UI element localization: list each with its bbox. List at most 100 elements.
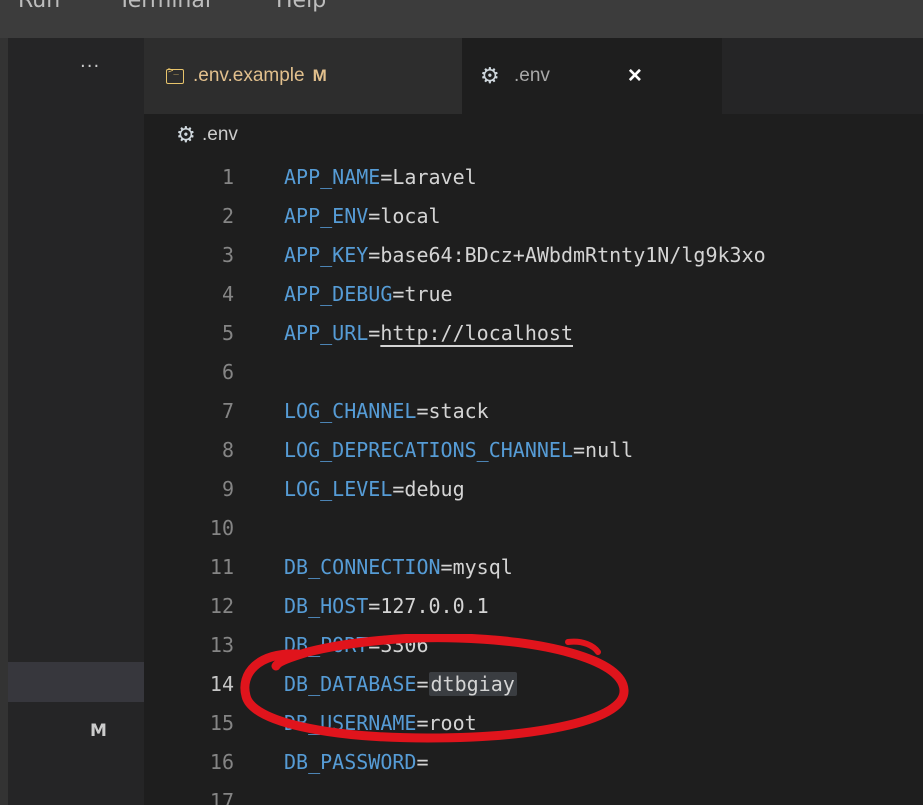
line-number: 8	[221, 438, 234, 462]
env-value: http://localhost	[380, 321, 573, 345]
code-line[interactable]: 8 LOG_DEPRECATIONS_CHANNEL=null	[144, 431, 923, 470]
menu-bar: Run Terminal Help	[0, 0, 923, 38]
env-value: debug	[404, 477, 465, 501]
line-number: 7	[221, 399, 234, 423]
menu-run[interactable]: Run	[18, 0, 60, 13]
code-editor[interactable]: 1 APP_NAME=Laravel 2 APP_ENV=local 3 APP_KEY=…	[144, 156, 923, 805]
line-number: 13	[209, 633, 234, 657]
env-key: DB_HOST	[284, 594, 369, 618]
line-number: 10	[209, 516, 234, 540]
selected-file-row[interactable]	[8, 662, 144, 702]
code-text[interactable]: DB_DATABASE= dtbgiay	[284, 665, 517, 704]
code-text[interactable]: DB_PORT=3306	[284, 626, 429, 665]
breadcrumb-file[interactable]: .env	[202, 124, 238, 146]
equals-sign: =	[368, 594, 381, 618]
code-text[interactable]: APP_DEBUG=true	[284, 275, 453, 314]
code-line[interactable]: 6	[144, 353, 923, 392]
env-key: DB_DATABASE	[284, 672, 417, 696]
code-text[interactable]: DB_CONNECTION=mysql	[284, 548, 513, 587]
code-line[interactable]: 9 LOG_LEVEL=debug	[144, 470, 923, 509]
line-number: 17	[209, 789, 234, 805]
code-text[interactable]: LOG_CHANNEL=stack	[284, 392, 489, 431]
env-value: true	[404, 282, 453, 306]
code-text[interactable]: LOG_LEVEL=debug	[284, 470, 465, 509]
equals-sign: =	[368, 633, 381, 657]
code-text[interactable]: DB_USERNAME=root	[284, 704, 477, 743]
code-line[interactable]: 11 DB_CONNECTION=mysql	[144, 548, 923, 587]
code-line[interactable]: 16 DB_PASSWORD=	[144, 743, 923, 782]
equals-sign: =	[392, 477, 405, 501]
env-key: APP_DEBUG	[284, 282, 393, 306]
env-key: LOG_DEPRECATIONS_CHANNEL	[284, 438, 573, 462]
line-number: 5	[221, 321, 234, 345]
line-number: 9	[221, 477, 234, 501]
env-key: APP_NAME	[284, 165, 381, 189]
menu-help[interactable]: Help	[276, 0, 326, 13]
code-line[interactable]: 5 APP_URL=http://localhost	[144, 314, 923, 353]
equals-sign: =	[380, 165, 393, 189]
env-key: DB_PORT	[284, 633, 369, 657]
env-key: LOG_LEVEL	[284, 477, 393, 501]
code-text[interactable]: APP_ENV=local	[284, 197, 441, 236]
env-value: stack	[428, 399, 489, 423]
menu-terminal[interactable]: Terminal	[118, 0, 211, 13]
env-key: DB_CONNECTION	[284, 555, 441, 579]
tab-env-example[interactable]: .env.example M	[144, 38, 462, 114]
equals-sign: =	[440, 555, 453, 579]
modified-indicator: M	[312, 66, 327, 85]
env-key: APP_ENV	[284, 204, 369, 228]
code-text[interactable]: APP_URL=http://localhost	[284, 314, 573, 353]
env-key: DB_USERNAME	[284, 711, 417, 735]
code-line[interactable]: 15 DB_USERNAME=root	[144, 704, 923, 743]
env-value: root	[428, 711, 477, 735]
code-text[interactable]: APP_KEY=base64:BDcz+AWbdmRtnty1N/lg9k3xo	[284, 236, 766, 275]
terminal-icon	[166, 66, 184, 84]
equals-sign: =	[416, 399, 429, 423]
code-line[interactable]: 7 LOG_CHANNEL=stack	[144, 392, 923, 431]
tab-env[interactable]: ⚙ .env ×	[462, 38, 722, 114]
env-value: base64:BDcz+AWbdmRtnty1N/lg9k3xo	[380, 243, 766, 267]
line-number: 6	[221, 360, 234, 384]
tab-label: .env	[514, 65, 550, 86]
code-line[interactable]: 4 APP_DEBUG=true	[144, 275, 923, 314]
env-value: null	[585, 438, 634, 462]
env-value: 3306	[380, 633, 429, 657]
modified-badge: M	[90, 721, 107, 741]
env-value: local	[380, 204, 441, 228]
code-line[interactable]: 17	[144, 782, 923, 805]
code-line[interactable]: 1 APP_NAME=Laravel	[144, 158, 923, 197]
equals-sign: =	[416, 711, 429, 735]
env-value: 127.0.0.1	[380, 594, 489, 618]
env-value: Laravel	[392, 165, 477, 189]
code-line[interactable]: 12 DB_HOST=127.0.0.1	[144, 587, 923, 626]
env-key: DB_PASSWORD	[284, 750, 417, 774]
code-line[interactable]: 2 APP_ENV=local	[144, 197, 923, 236]
equals-sign: =	[368, 243, 381, 267]
line-number: 2	[221, 204, 234, 228]
line-number: 1	[221, 165, 234, 189]
gear-icon: ⚙	[176, 122, 196, 147]
code-text[interactable]: APP_NAME=Laravel	[284, 158, 477, 197]
line-number: 16	[209, 750, 234, 774]
activity-bar	[0, 38, 8, 805]
env-key: APP_KEY	[284, 243, 369, 267]
gear-icon: ⚙	[480, 63, 500, 88]
line-number: 3	[221, 243, 234, 267]
env-value: mysql	[452, 555, 513, 579]
sidebar: ··· M	[8, 38, 144, 805]
more-actions-icon[interactable]: ···	[80, 56, 100, 77]
close-icon[interactable]: ×	[628, 62, 642, 90]
equals-sign: =	[392, 282, 405, 306]
env-value: dtbgiay	[428, 672, 517, 696]
code-text[interactable]: DB_PASSWORD=	[284, 743, 429, 782]
code-text[interactable]: LOG_DEPRECATIONS_CHANNEL=null	[284, 431, 633, 470]
code-text[interactable]: DB_HOST=127.0.0.1	[284, 587, 489, 626]
equals-sign: =	[368, 204, 381, 228]
code-line[interactable]: 14 DB_DATABASE= dtbgiay	[144, 665, 923, 704]
code-line[interactable]: 10	[144, 509, 923, 548]
line-number: 4	[221, 282, 234, 306]
equals-sign: =	[572, 438, 586, 462]
code-line[interactable]: 13 DB_PORT=3306	[144, 626, 923, 665]
equals-sign: =	[416, 750, 429, 774]
code-line[interactable]: 3 APP_KEY=base64:BDcz+AWbdmRtnty1N/lg9k3x…	[144, 236, 923, 275]
